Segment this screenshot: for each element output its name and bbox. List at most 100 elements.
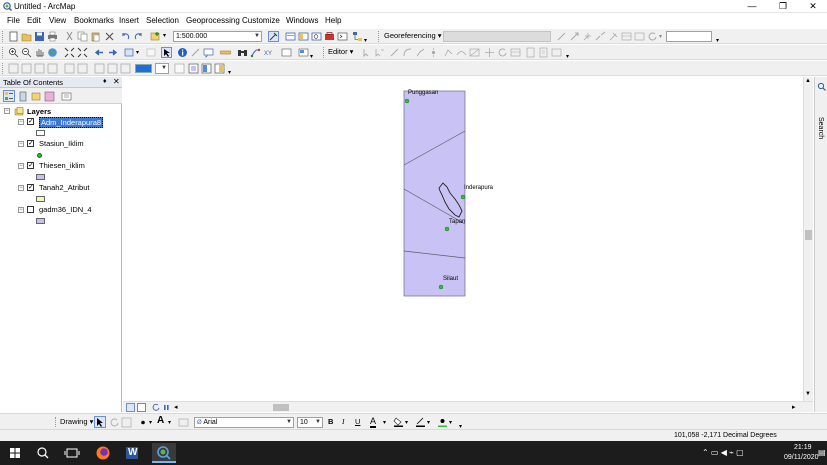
sketch-properties-icon[interactable] [525, 47, 536, 58]
list-by-selection-icon[interactable] [44, 91, 55, 102]
delete-control-point-icon[interactable] [608, 31, 619, 42]
firefox-app-icon[interactable] [93, 443, 113, 463]
layout-fixed-zoom-in-icon[interactable] [64, 63, 75, 74]
select-elements-icon[interactable] [94, 416, 106, 428]
collapse-icon[interactable]: − [4, 108, 10, 114]
layout-zoom-dropdown[interactable]: ▼ [155, 63, 169, 74]
system-tray-icons[interactable]: ⌃ ▭ ◀ ⌁ ▢ [702, 448, 744, 457]
menu-bookmarks[interactable]: Bookmarks [74, 16, 114, 26]
shift-icon[interactable] [569, 31, 580, 42]
polygon-symbol-swatch[interactable] [36, 196, 45, 202]
word-app-icon[interactable]: W [122, 443, 142, 463]
edit-tool-icon[interactable] [361, 47, 372, 58]
layout-zoom-in-icon[interactable] [8, 63, 19, 74]
editing-window-icon[interactable] [551, 47, 562, 58]
add-data-icon[interactable] [150, 31, 161, 42]
layout-pan-icon[interactable] [34, 63, 45, 74]
layer-visibility-checkbox[interactable]: ✓ [27, 118, 34, 125]
create-features-icon[interactable] [538, 47, 549, 58]
pause-drawing-icon[interactable] [162, 403, 171, 412]
layers-data-frame[interactable]: − Layers [0, 106, 122, 117]
split-tool-icon[interactable] [484, 47, 495, 58]
list-icon[interactable] [634, 31, 645, 42]
scroll-right-icon[interactable]: ▸ [792, 403, 796, 411]
paste-icon[interactable] [90, 31, 101, 42]
search-side-tab[interactable]: Search [814, 77, 827, 412]
arcmap-taskbar-icon[interactable] [152, 443, 176, 463]
toc-layer-row[interactable]: − ✓ Adm_Inderapura8 [0, 117, 122, 128]
toolbar-grip[interactable] [378, 31, 381, 42]
editor-menu[interactable]: Editor ▾ [328, 47, 353, 57]
rotate-tool-icon[interactable] [497, 47, 508, 58]
line-color-icon[interactable] [415, 416, 426, 427]
marker-options-arrow[interactable]: ▾ [149, 418, 152, 428]
notification-center-icon[interactable]: ▤ [818, 448, 826, 457]
layer-symbol-row[interactable] [0, 172, 122, 183]
font-family-dropdown[interactable]: Ø Arial ▼ [194, 417, 294, 428]
identify-icon[interactable] [177, 47, 188, 58]
clock-date[interactable]: 09/11/2020 [784, 453, 819, 462]
redo-icon[interactable] [133, 31, 144, 42]
menu-insert[interactable]: Insert [119, 16, 139, 26]
layout-back-icon[interactable] [107, 63, 118, 74]
layer-visibility-checkbox[interactable]: ✓ [27, 184, 34, 191]
polygon-symbol-swatch[interactable] [36, 174, 45, 180]
copy-icon[interactable] [77, 31, 88, 42]
cut-icon[interactable] [64, 31, 75, 42]
minimize-button[interactable]: — [737, 0, 767, 13]
toc-pin-icon[interactable]: ♦ [103, 78, 107, 85]
layer-visibility-checkbox[interactable]: ✓ [27, 140, 34, 147]
find-route-icon[interactable] [250, 47, 261, 58]
add-data-dropdown-arrow[interactable]: ▾ [163, 31, 166, 41]
layer-name[interactable]: Thiesen_iklim [39, 161, 85, 170]
delete-icon[interactable] [104, 31, 115, 42]
data-driven-pages-icon[interactable] [214, 63, 225, 74]
layer-visibility-checkbox[interactable]: ✓ [27, 162, 34, 169]
scroll-left-icon[interactable]: ◂ [174, 403, 178, 411]
select-by-rectangle-icon[interactable] [124, 47, 135, 58]
menu-view[interactable]: View [49, 16, 66, 26]
drawing-menu[interactable]: Drawing ▾ [60, 417, 93, 427]
end-point-arc-icon[interactable] [402, 47, 413, 58]
scroll-down-icon[interactable]: ▼ [805, 391, 811, 397]
measure-icon[interactable] [220, 47, 231, 58]
font-color-button[interactable]: A [370, 416, 377, 428]
menu-edit[interactable]: Edit [27, 16, 41, 26]
layout-view-button[interactable] [137, 403, 146, 412]
edit-text-icon[interactable] [178, 417, 189, 428]
bold-button[interactable]: B [328, 417, 333, 427]
georef-input-field[interactable] [666, 31, 712, 42]
add-control-points-icon[interactable] [582, 31, 593, 42]
straight-segment-icon[interactable] [389, 47, 400, 58]
layer-symbol-row[interactable] [0, 150, 122, 161]
go-forward-arrow-icon[interactable] [107, 47, 118, 58]
clock-time[interactable]: 21:19 [794, 443, 812, 452]
fill-color-icon[interactable] [393, 416, 404, 427]
task-view-icon[interactable] [62, 443, 82, 463]
go-back-arrow-icon[interactable] [94, 47, 105, 58]
start-button[interactable] [5, 443, 25, 463]
toolbar-grip[interactable] [55, 417, 58, 427]
toc-layer-row[interactable]: − ✓ Thiesen_iklim [0, 161, 122, 172]
map-vertical-scrollbar[interactable]: ▲ ▼ [803, 77, 813, 402]
layer-name[interactable]: Tanah2_Atribut [39, 183, 89, 192]
menu-file[interactable]: File [7, 16, 20, 26]
rotate-element-icon[interactable] [109, 417, 120, 428]
create-viewer-window-icon[interactable] [298, 47, 309, 58]
map-scale-dropdown[interactable]: 1:500.000 ▼ [173, 31, 262, 42]
toolbar-grip[interactable] [2, 63, 5, 74]
select-elements-arrow-icon[interactable] [161, 47, 172, 58]
edit-vertices-icon[interactable] [443, 47, 454, 58]
toc-layer-row[interactable]: − ✓ Stasiun_Iklim [0, 139, 122, 150]
polygon-symbol-swatch[interactable] [36, 218, 45, 224]
zoom-100-percent-icon[interactable] [94, 63, 105, 74]
select-options-arrow[interactable]: ▾ [136, 48, 139, 58]
open-folder-icon[interactable] [21, 31, 32, 42]
rotate-icon[interactable] [556, 31, 567, 42]
layout-forward-icon[interactable] [120, 63, 131, 74]
python-window-icon[interactable] [337, 31, 348, 42]
collapse-icon[interactable]: − [18, 163, 24, 169]
menu-help[interactable]: Help [325, 16, 341, 26]
toc-layer-row[interactable]: − ✓ Tanah2_Atribut [0, 183, 122, 194]
search-window-icon[interactable] [311, 31, 322, 42]
